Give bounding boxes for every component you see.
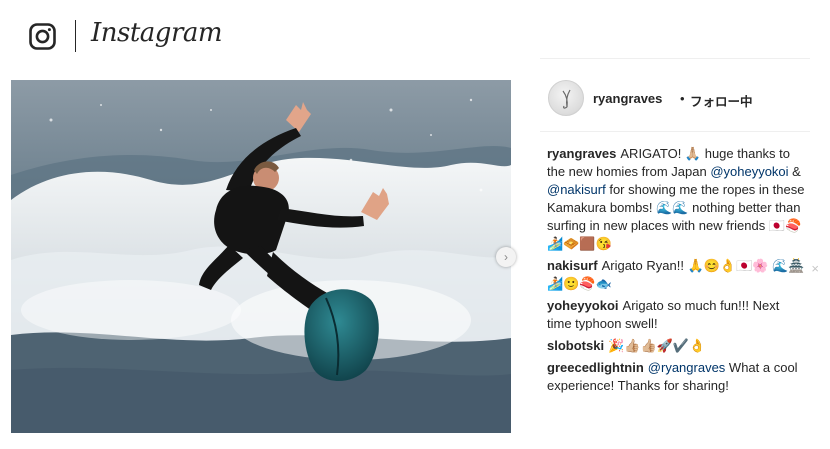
avatar-logo-icon (562, 89, 571, 109)
sidebar-mid-rule (540, 131, 810, 132)
comment-item: greecedlightnin @ryangraves What a cool e… (547, 359, 805, 395)
comment-mention-link[interactable]: @yoheyyokoi (710, 164, 788, 179)
post-photo[interactable] (11, 80, 511, 433)
author-username[interactable]: ryangraves (593, 91, 662, 106)
comment-username[interactable]: yoheyyokoi (547, 298, 619, 313)
comment-item: slobotski 🎉👍🏼👍🏼🚀✔️👌 (547, 337, 805, 355)
sidebar-top-rule (540, 58, 810, 59)
comment-text: 🎉👍🏼👍🏼🚀✔️👌 (608, 338, 706, 353)
author-avatar[interactable] (548, 80, 584, 116)
comment-item: nakisurf Arigato Ryan!! 🙏😊👌🇯🇵🌸 🌊🏯🏄🏻🙂🍣🐟 × (547, 257, 819, 293)
chevron-right-icon: › (504, 250, 508, 264)
comment-item: yoheyyokoi Arigato so much fun!!! Next ti… (547, 297, 805, 333)
post-author-row: ryangraves • フォロー中 (548, 80, 810, 118)
instagram-camera-icon[interactable] (29, 23, 56, 50)
surf-photo-illustration (11, 80, 511, 433)
next-photo-button[interactable]: › (496, 247, 516, 267)
comment-username[interactable]: ryangraves (547, 146, 616, 161)
comment-username[interactable]: greecedlightnin (547, 360, 644, 375)
delete-comment-icon[interactable]: × (811, 260, 819, 278)
comment-username[interactable]: nakisurf (547, 258, 598, 273)
comment-username[interactable]: slobotski (547, 338, 604, 353)
top-header: Instagram (0, 0, 830, 70)
comments-list: ryangraves ARIGATO! 🙏🏼 huge thanks to the… (547, 145, 819, 399)
header-divider (75, 20, 76, 52)
comment-mention-link[interactable]: @ryangraves (648, 360, 726, 375)
comment-item: ryangraves ARIGATO! 🙏🏼 huge thanks to the… (547, 145, 805, 253)
following-status[interactable]: フォロー中 (690, 91, 753, 110)
instagram-wordmark[interactable]: Instagram (91, 18, 223, 48)
author-separator-dot: • (680, 91, 685, 106)
comment-mention-link[interactable]: @nakisurf (547, 182, 606, 197)
comment-text: & (788, 164, 801, 179)
